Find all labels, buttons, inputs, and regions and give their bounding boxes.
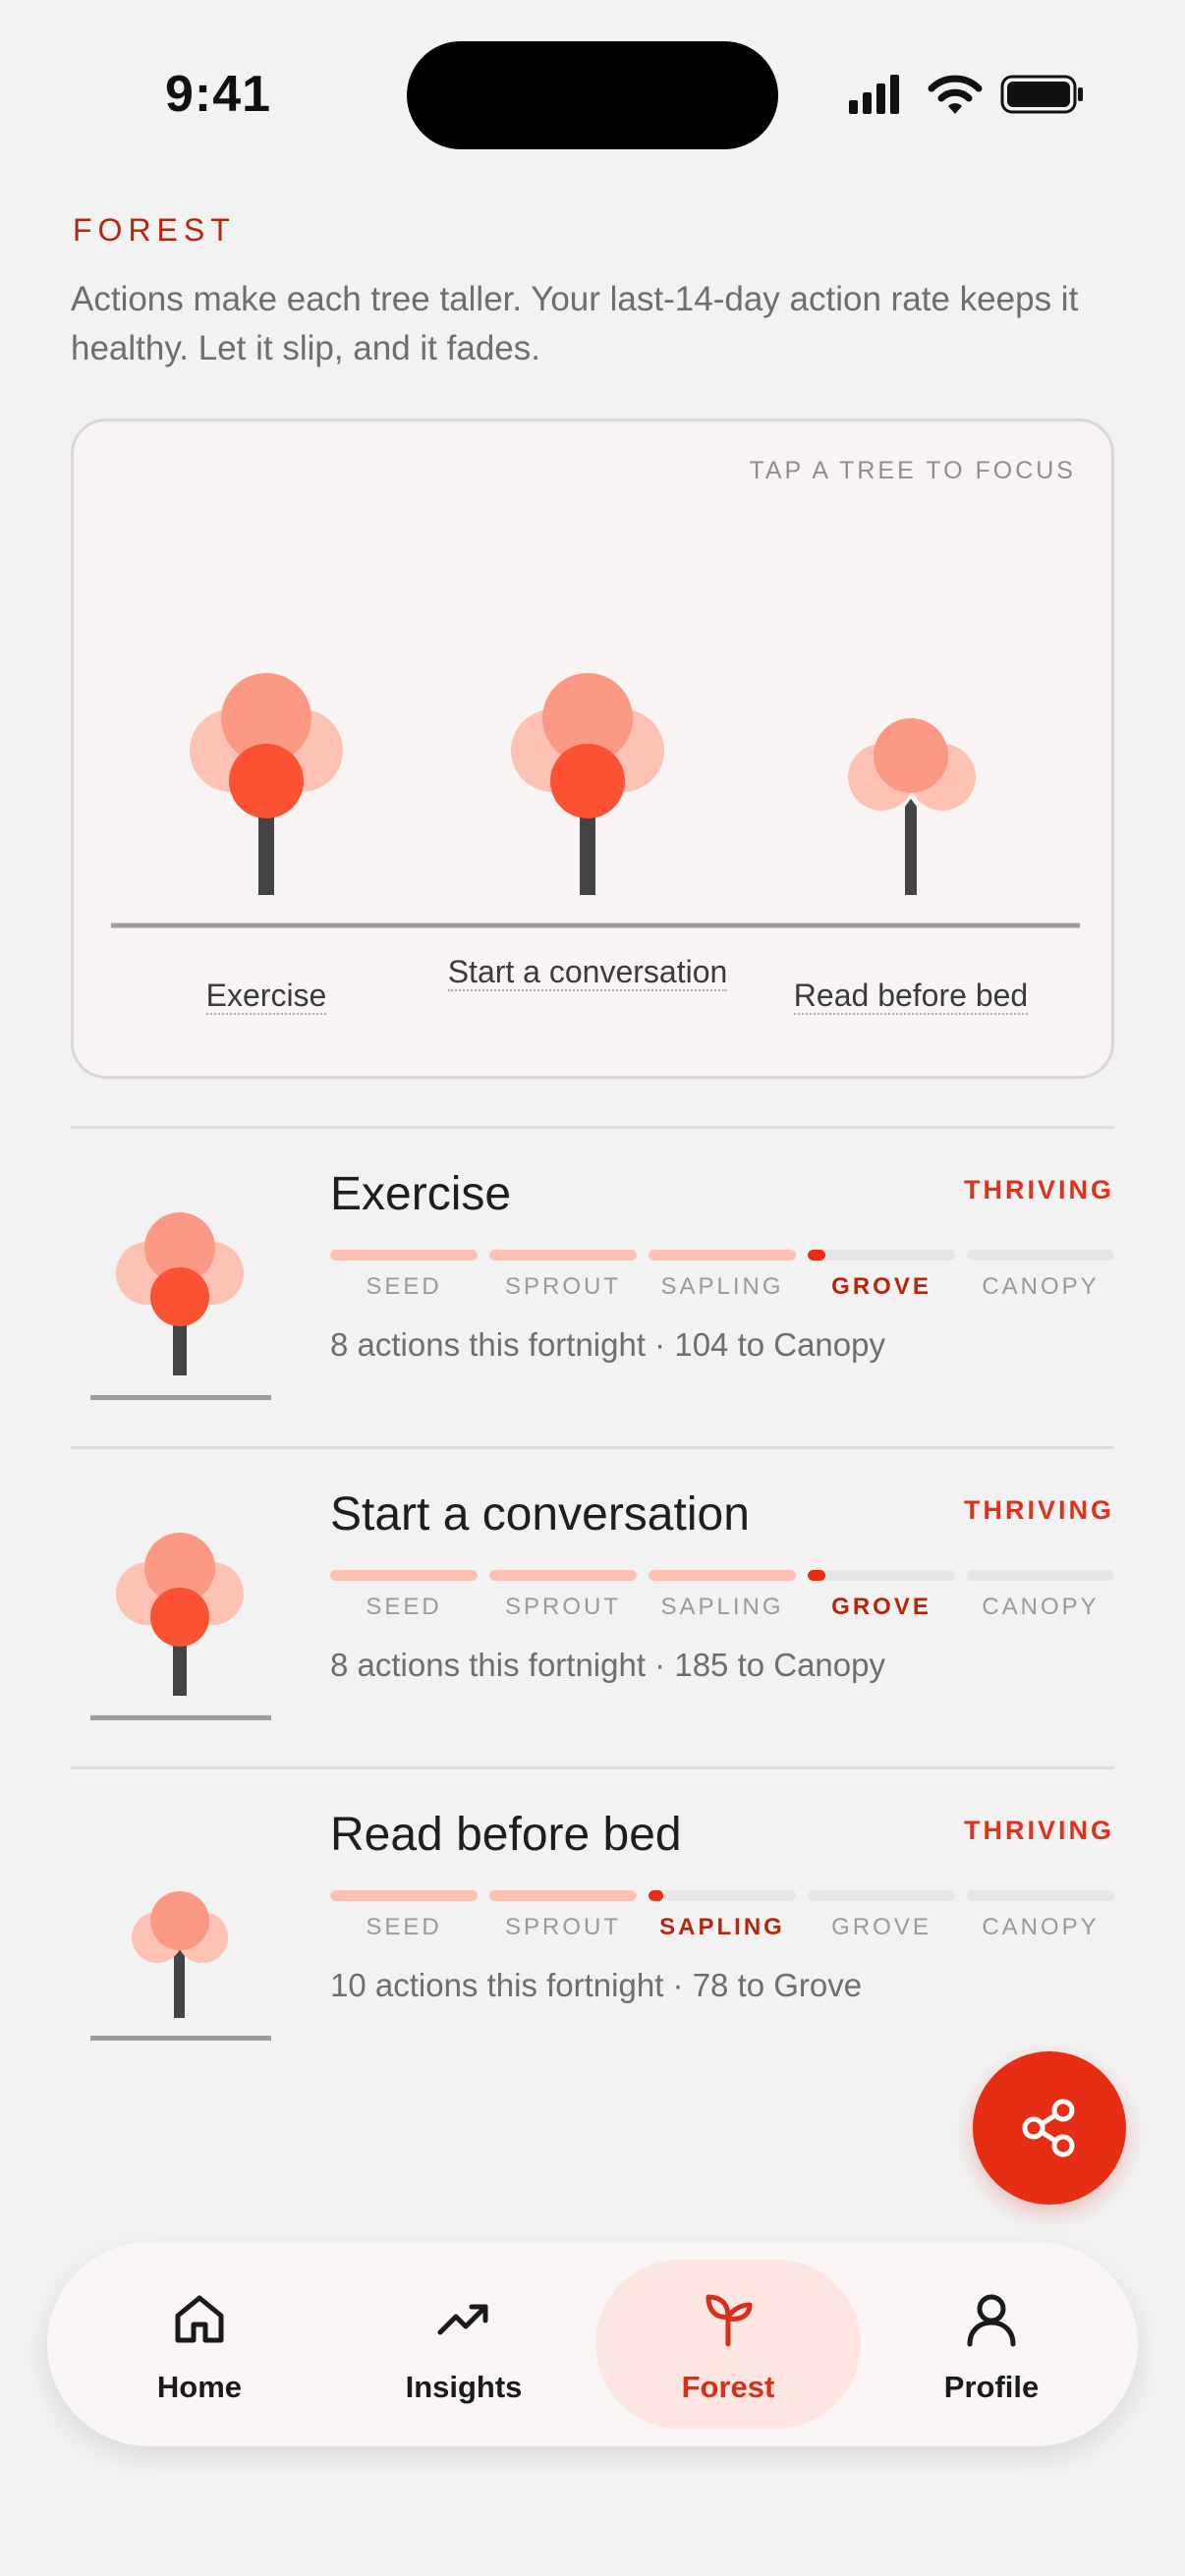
share-button[interactable]	[973, 2051, 1126, 2205]
nav-item-insights[interactable]: Insights	[331, 2260, 596, 2429]
forest-tree-exercise[interactable]	[190, 673, 343, 895]
stage-fill	[649, 1890, 663, 1901]
status-bar: 9:41	[0, 0, 1185, 157]
habit-progress: 10 actions this fortnight · 78 to Grove	[330, 1967, 863, 2003]
stage-label: SAPLING	[659, 1914, 785, 1940]
habit-row[interactable]: Read before bed THRIVING SEED SPROUT SAPLI…	[71, 1770, 1114, 2085]
divider	[71, 1126, 1114, 1129]
stage-bar	[330, 1570, 478, 1581]
stage-bar	[808, 1890, 955, 1901]
forest-tree-label[interactable]: Read before bed	[754, 972, 1068, 1019]
forest-tree-label[interactable]: Start a conversation	[430, 948, 745, 995]
nav-label: Forest	[681, 2370, 775, 2404]
nav-label: Home	[156, 2370, 243, 2404]
stage-bar	[649, 1250, 796, 1260]
nav-item-home[interactable]: Home	[67, 2260, 332, 2429]
stage-fill	[808, 1250, 825, 1260]
nav-item-profile[interactable]: Profile	[859, 2260, 1124, 2429]
stage-fill	[808, 1570, 825, 1581]
stage-fill	[489, 1250, 637, 1260]
forest-tree-read-before-bed[interactable]	[848, 718, 976, 895]
stage-label: SPROUT	[504, 1914, 621, 1940]
nav-label: Insights	[405, 2370, 523, 2404]
nav-item-forest[interactable]: Forest	[595, 2260, 861, 2429]
section-description: Actions make each tree taller. Your last…	[71, 280, 1079, 367]
stage-label: SPROUT	[504, 1273, 621, 1300]
cellular-signal-icon	[849, 75, 899, 114]
trending-up-icon	[437, 2304, 488, 2335]
status-badge: THRIVING	[963, 1816, 1114, 1845]
habit-name: Exercise	[330, 1168, 512, 1220]
stage-fill	[330, 1890, 478, 1901]
stage-bar	[330, 1890, 478, 1901]
section-label: FOREST	[73, 212, 236, 248]
stage-fill	[330, 1250, 478, 1260]
status-time: 9:41	[165, 66, 272, 123]
stage-fill	[489, 1570, 637, 1581]
stage-label: CANOPY	[982, 1594, 1100, 1620]
habit-row[interactable]: Start a conversation THRIVING SEED SPROUT…	[71, 1450, 1114, 1764]
share-icon	[1022, 2099, 1075, 2157]
stage-label: SPROUT	[504, 1594, 621, 1620]
tree-icon	[90, 1891, 271, 2041]
stage-bar	[489, 1250, 637, 1260]
stage-label: SEED	[366, 1273, 442, 1300]
stage-label: GROVE	[831, 1273, 931, 1300]
stage-label: CANOPY	[982, 1914, 1100, 1940]
stage-bar	[967, 1890, 1114, 1901]
sprout-icon	[705, 2294, 753, 2347]
habit-name: Read before bed	[330, 1809, 682, 1861]
stage-fill	[330, 1570, 478, 1581]
stage-bar	[649, 1570, 796, 1581]
bottom-nav: Home Insights Forest Profile	[47, 2242, 1138, 2446]
stage-fill	[649, 1570, 796, 1581]
forest-tree-start-a-conversation[interactable]	[511, 673, 664, 895]
stage-bar	[649, 1890, 796, 1901]
status-badge: THRIVING	[963, 1495, 1114, 1525]
status-icons	[847, 73, 1083, 122]
stage-fill	[489, 1890, 637, 1901]
stage-label: CANOPY	[982, 1273, 1100, 1300]
stage-label: SEED	[366, 1594, 442, 1620]
stage-bar	[967, 1570, 1114, 1581]
habit-progress: 8 actions this fortnight · 104 to Canopy	[330, 1326, 885, 1363]
status-badge: THRIVING	[963, 1175, 1114, 1204]
stage-label: SAPLING	[660, 1594, 784, 1620]
forest-tree-label[interactable]: Exercise	[109, 972, 423, 1019]
stage-label: SAPLING	[660, 1273, 784, 1300]
stage-bar	[967, 1250, 1114, 1260]
stage-bar	[808, 1570, 955, 1581]
habit-row[interactable]: Exercise THRIVING SEED SPROUT SAPLING GROVE…	[71, 1130, 1114, 1444]
stage-label: SEED	[366, 1914, 442, 1940]
nav-label: Profile	[943, 2370, 1040, 2404]
battery-icon	[1000, 75, 1083, 114]
home-icon	[175, 2295, 224, 2343]
stage-label: GROVE	[831, 1594, 931, 1620]
stage-label: GROVE	[831, 1914, 931, 1940]
habit-progress: 8 actions this fortnight · 185 to Canopy	[330, 1647, 885, 1683]
divider	[71, 1766, 1114, 1769]
user-icon	[967, 2294, 1016, 2347]
tree-icon	[90, 1533, 271, 1720]
tree-icon	[90, 1212, 271, 1400]
dynamic-island	[407, 41, 778, 149]
stage-bar	[489, 1570, 637, 1581]
wifi-icon	[928, 75, 983, 114]
stage-bar	[330, 1250, 478, 1260]
divider	[71, 1446, 1114, 1449]
habit-name: Start a conversation	[330, 1488, 750, 1540]
stage-fill	[649, 1250, 796, 1260]
stage-bar	[808, 1250, 955, 1260]
stage-bar	[489, 1890, 637, 1901]
forest-card: TAP A TREE TO FOCUS Exercise Start a con…	[71, 419, 1114, 1079]
